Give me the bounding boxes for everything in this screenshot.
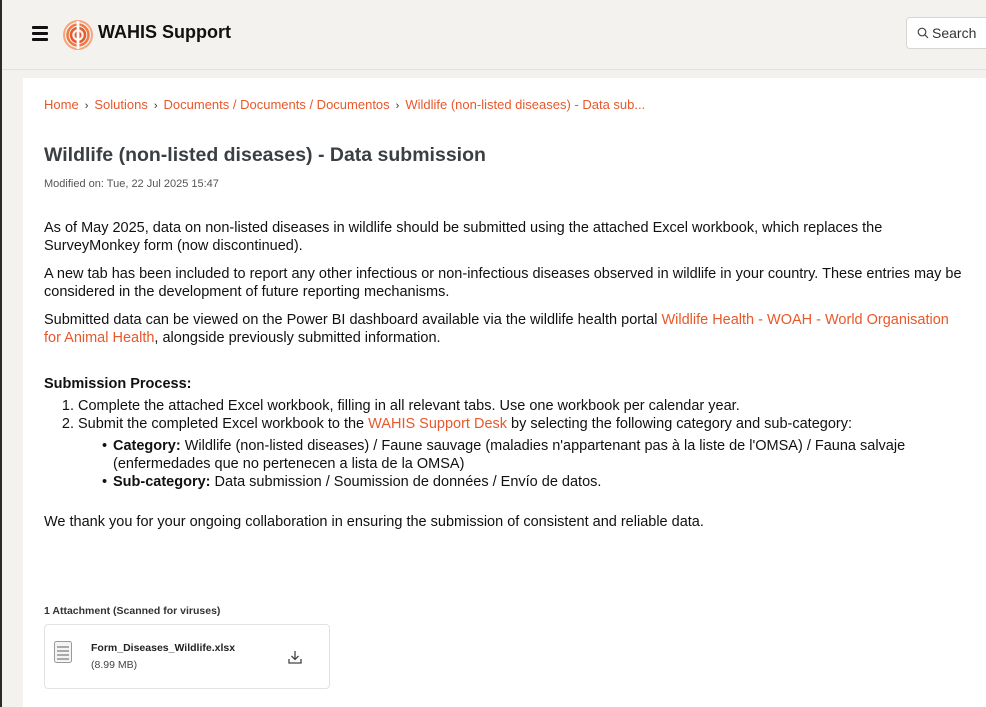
article-body: As of May 2025, data on non-listed disea… xyxy=(44,219,964,541)
modified-date: Modified on: Tue, 22 Jul 2025 15:47 xyxy=(44,178,219,190)
search-icon xyxy=(917,27,929,39)
breadcrumb-separator-icon: › xyxy=(84,100,89,112)
paragraph-dashboard: Submitted data can be viewed on the Powe… xyxy=(44,311,964,347)
subcategory-label: Sub-category: xyxy=(113,474,211,490)
category-list: Category: Wildlife (non-listed diseases)… xyxy=(78,437,964,491)
wahis-logo-icon[interactable] xyxy=(63,20,93,50)
support-desk-link[interactable]: WAHIS Support Desk xyxy=(368,416,507,432)
paragraph-new-tab: A new tab has been included to report an… xyxy=(44,266,962,300)
article-panel: Home › Solutions › Documents / Documents / D… xyxy=(23,78,986,707)
step-item: Complete the attached Excel workbook, fi… xyxy=(78,397,964,415)
subcategory-item: Sub-category: Data submission / Soumissi… xyxy=(102,473,964,491)
breadcrumb-current[interactable]: Wildlife (non-listed diseases) - Data su… xyxy=(405,97,645,112)
step-item: Submit the completed Excel workbook to t… xyxy=(78,415,964,491)
window-edge xyxy=(0,0,2,707)
attachments-heading: 1 Attachment (Scanned for viruses) xyxy=(44,605,221,617)
breadcrumb-documents[interactable]: Documents / Documents / Documentos xyxy=(164,97,390,112)
spreadsheet-file-icon xyxy=(54,641,72,663)
breadcrumb-separator-icon: › xyxy=(153,100,158,112)
breadcrumb-solutions[interactable]: Solutions xyxy=(94,97,147,112)
breadcrumb: Home › Solutions › Documents / Documents / D… xyxy=(44,97,645,112)
category-value: Wildlife (non-listed diseases) / Faune s… xyxy=(113,438,906,472)
submission-process-heading: Submission Process: xyxy=(44,376,192,392)
subcategory-value: Data submission / Soumission de données … xyxy=(210,474,602,490)
text: , alongside previously submitted informa… xyxy=(154,330,441,346)
text: Submit the completed Excel workbook to t… xyxy=(78,416,369,432)
page-title: Wildlife (non-listed diseases) - Data su… xyxy=(44,144,486,166)
paragraph-intro: As of May 2025, data on non-listed disea… xyxy=(44,220,883,254)
brand-name[interactable]: WAHIS Support xyxy=(98,22,231,43)
thanks-paragraph: We thank you for your ongoing collaborat… xyxy=(44,514,704,530)
breadcrumb-separator-icon: › xyxy=(395,100,400,112)
steps-list: Complete the attached Excel workbook, fi… xyxy=(44,397,964,491)
search-input[interactable]: Search xyxy=(906,17,986,49)
attachment-file-name[interactable]: Form_Diseases_Wildlife.xlsx xyxy=(91,642,235,654)
search-label: Search xyxy=(932,25,977,41)
top-bar: WAHIS Support Search xyxy=(2,0,986,70)
attachment-card[interactable]: Form_Diseases_Wildlife.xlsx (8.99 MB) xyxy=(44,624,330,689)
text: Submitted data can be viewed on the Powe… xyxy=(44,312,662,328)
category-item: Category: Wildlife (non-listed diseases)… xyxy=(102,437,964,473)
attachment-file-size: (8.99 MB) xyxy=(91,659,138,671)
download-icon[interactable] xyxy=(287,649,303,665)
breadcrumb-home[interactable]: Home xyxy=(44,97,79,112)
category-label: Category: xyxy=(113,438,181,454)
menu-icon[interactable] xyxy=(32,26,48,41)
text: by selecting the following category and … xyxy=(507,416,853,432)
